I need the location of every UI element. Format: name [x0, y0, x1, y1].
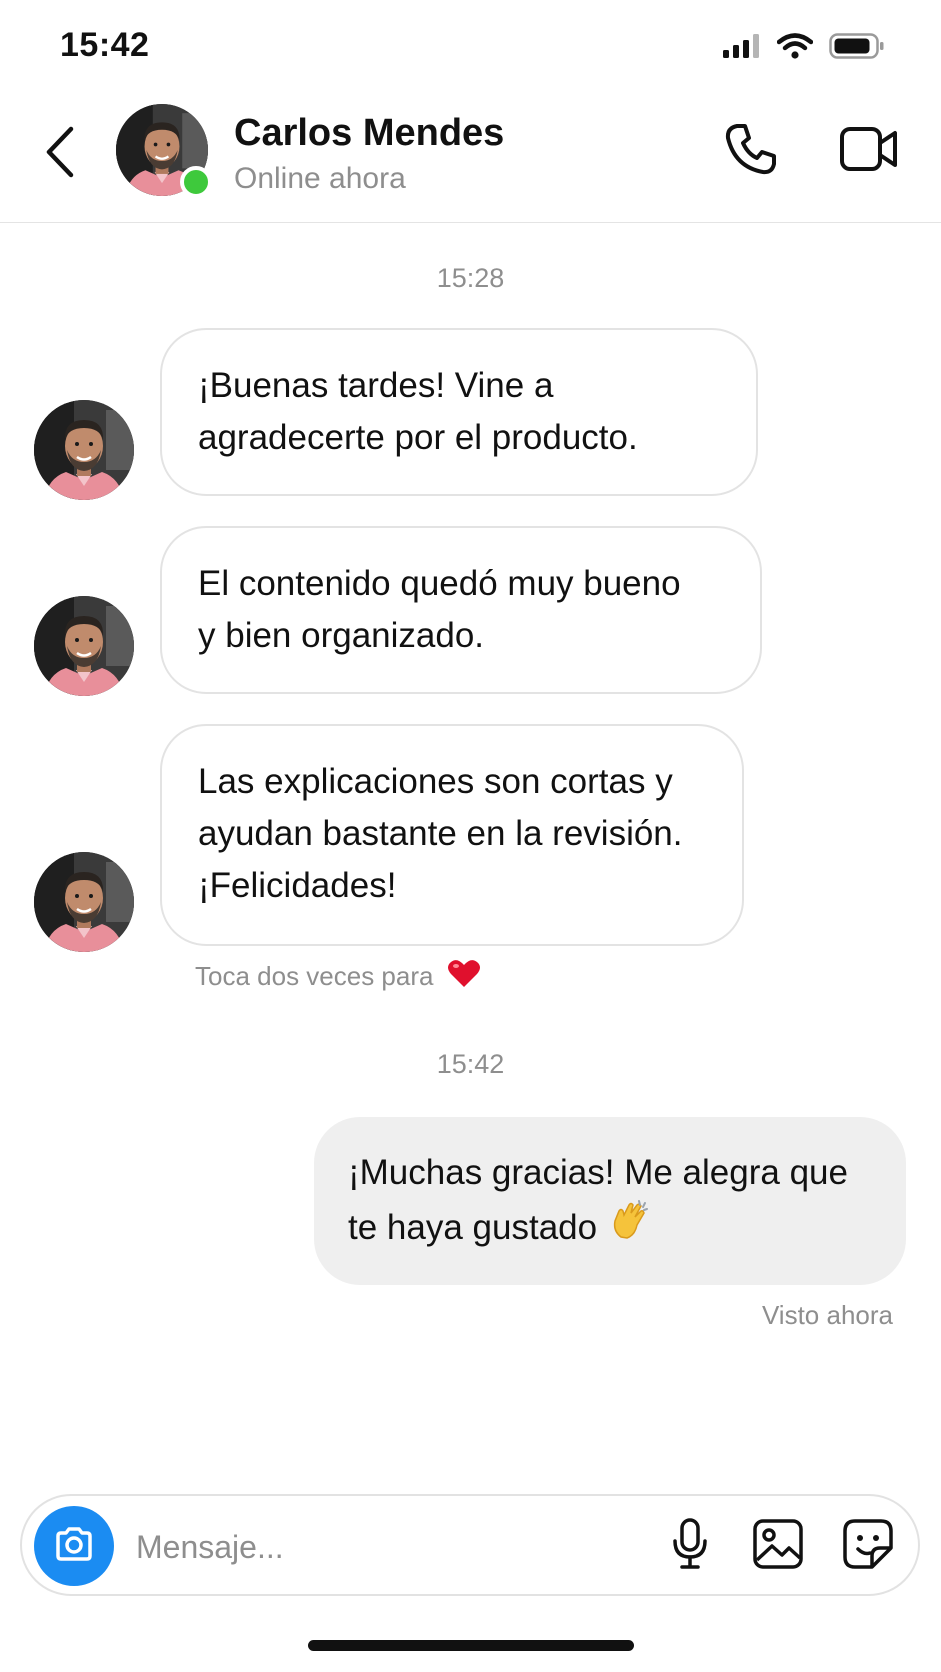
home-indicator — [308, 1640, 634, 1651]
video-call-button[interactable] — [834, 116, 904, 186]
online-indicator — [180, 166, 212, 198]
message-input[interactable] — [134, 1518, 538, 1576]
chat-header: Carlos Mendes Online ahora — [0, 90, 941, 223]
seen-status: Visto ahora — [761, 1300, 893, 1330]
sender-avatar[interactable] — [34, 400, 134, 500]
like-hint-text: Toca dos veces para — [195, 961, 434, 991]
double-tap-like-hint: Toca dos veces para — [195, 958, 481, 995]
message-text-line: te haya gustado — [348, 1199, 872, 1256]
heart-icon[interactable] — [447, 958, 481, 995]
chevron-left-icon — [45, 126, 75, 183]
sticker-button[interactable] — [836, 1514, 900, 1578]
timestamp: 15:28 — [436, 263, 505, 293]
message-text-line: Las explicaciones son cortas y — [198, 762, 673, 801]
sender-avatar[interactable] — [34, 852, 134, 952]
contact-status: Online ahora — [234, 162, 406, 195]
incoming-message[interactable]: ¡Buenas tardes! Vine a agradecerte por e… — [160, 328, 758, 496]
incoming-message[interactable]: Las explicaciones son cortas y ayudan ba… — [160, 724, 744, 946]
video-camera-icon — [839, 125, 899, 178]
message-text-line: ¡Buenas tardes! Vine a — [198, 366, 554, 405]
contact-avatar[interactable] — [116, 104, 212, 198]
message-composer — [20, 1494, 920, 1596]
message-text-line: y bien organizado. — [198, 616, 485, 655]
camera-icon — [54, 1526, 94, 1566]
status-icons — [723, 30, 885, 66]
message-text-line: agradecerte por el producto. — [198, 418, 638, 457]
timestamp: 15:42 — [436, 1049, 505, 1079]
sticker-icon — [842, 1518, 894, 1575]
incoming-message[interactable]: El contenido quedó muy bueno y bien orga… — [160, 526, 762, 694]
status-time: 15:42 — [60, 26, 150, 64]
message-text: te haya gustado — [348, 1207, 598, 1247]
outgoing-message[interactable]: ¡Muchas gracias! Me alegra que te haya g… — [314, 1117, 906, 1285]
camera-button[interactable] — [34, 1506, 114, 1586]
clapping-hands-icon — [609, 1199, 651, 1256]
message-text-line: ¡Muchas gracias! Me alegra que — [348, 1153, 848, 1192]
voice-call-button[interactable] — [716, 116, 786, 186]
message-text-line: ¡Felicidades! — [198, 866, 397, 905]
image-icon — [752, 1518, 804, 1575]
wifi-icon — [776, 32, 814, 64]
battery-icon — [829, 32, 885, 64]
status-bar: 15:42 — [0, 0, 941, 90]
back-button[interactable] — [36, 118, 84, 190]
signal-icon — [723, 33, 761, 63]
gallery-button[interactable] — [746, 1514, 810, 1578]
voice-message-button[interactable] — [658, 1514, 722, 1578]
contact-name[interactable]: Carlos Mendes — [234, 112, 504, 155]
phone-icon — [723, 121, 779, 182]
microphone-icon — [670, 1517, 710, 1576]
message-text-line: ayudan bastante en la revisión. — [198, 814, 683, 853]
sender-avatar[interactable] — [34, 596, 134, 696]
message-text-line: El contenido quedó muy bueno — [198, 564, 681, 603]
